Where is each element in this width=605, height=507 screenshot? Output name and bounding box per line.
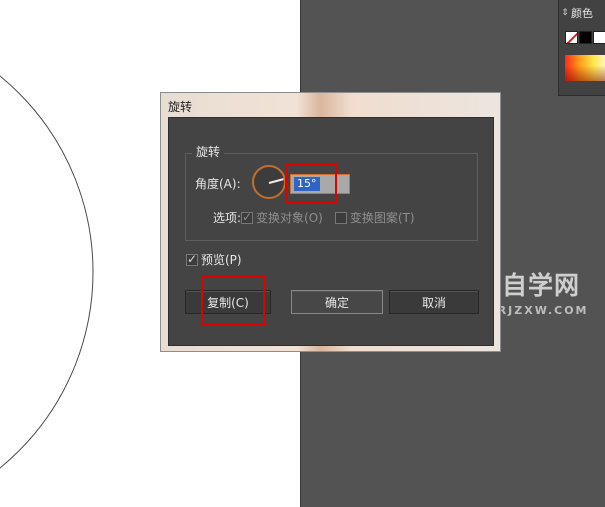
transform-objects-label: 变换对象(O) bbox=[256, 211, 323, 225]
black-swatch[interactable] bbox=[579, 31, 592, 44]
color-panel: ⇕ 颜色 bbox=[558, 0, 605, 96]
dial-needle-icon bbox=[268, 178, 284, 184]
updown-arrows-icon[interactable]: ⇕ bbox=[559, 8, 571, 18]
ok-button[interactable]: 确定 bbox=[291, 290, 383, 314]
none-swatch[interactable] bbox=[565, 31, 578, 44]
group-label: 旋转 bbox=[192, 143, 225, 160]
swatch-row bbox=[565, 31, 605, 44]
color-panel-header[interactable]: ⇕ 颜色 bbox=[559, 2, 605, 24]
transform-objects-checkbox[interactable] bbox=[241, 210, 254, 224]
preview-label: 预览(P) bbox=[201, 253, 242, 267]
color-spectrum[interactable] bbox=[565, 55, 605, 81]
white-swatch[interactable] bbox=[593, 31, 605, 44]
preview-row: 预览(P) bbox=[186, 251, 242, 268]
transform-patterns-checkbox[interactable] bbox=[334, 211, 347, 224]
options-row: 选项: 变换对象(O) 变换图案(T) bbox=[213, 209, 415, 226]
angle-label: 角度(A): bbox=[195, 177, 241, 191]
dialog-title[interactable]: 旋转 bbox=[161, 93, 500, 117]
options-label: 选项: bbox=[213, 211, 242, 225]
preview-checkbox[interactable] bbox=[186, 252, 198, 266]
transform-patterns-label: 变换图案(T) bbox=[349, 211, 415, 225]
cancel-button[interactable]: 取消 bbox=[389, 290, 479, 314]
color-panel-title: 颜色 bbox=[571, 7, 593, 20]
angle-highlight-box bbox=[285, 163, 337, 203]
copy-highlight-box bbox=[201, 275, 265, 325]
angle-dial[interactable] bbox=[252, 165, 286, 199]
